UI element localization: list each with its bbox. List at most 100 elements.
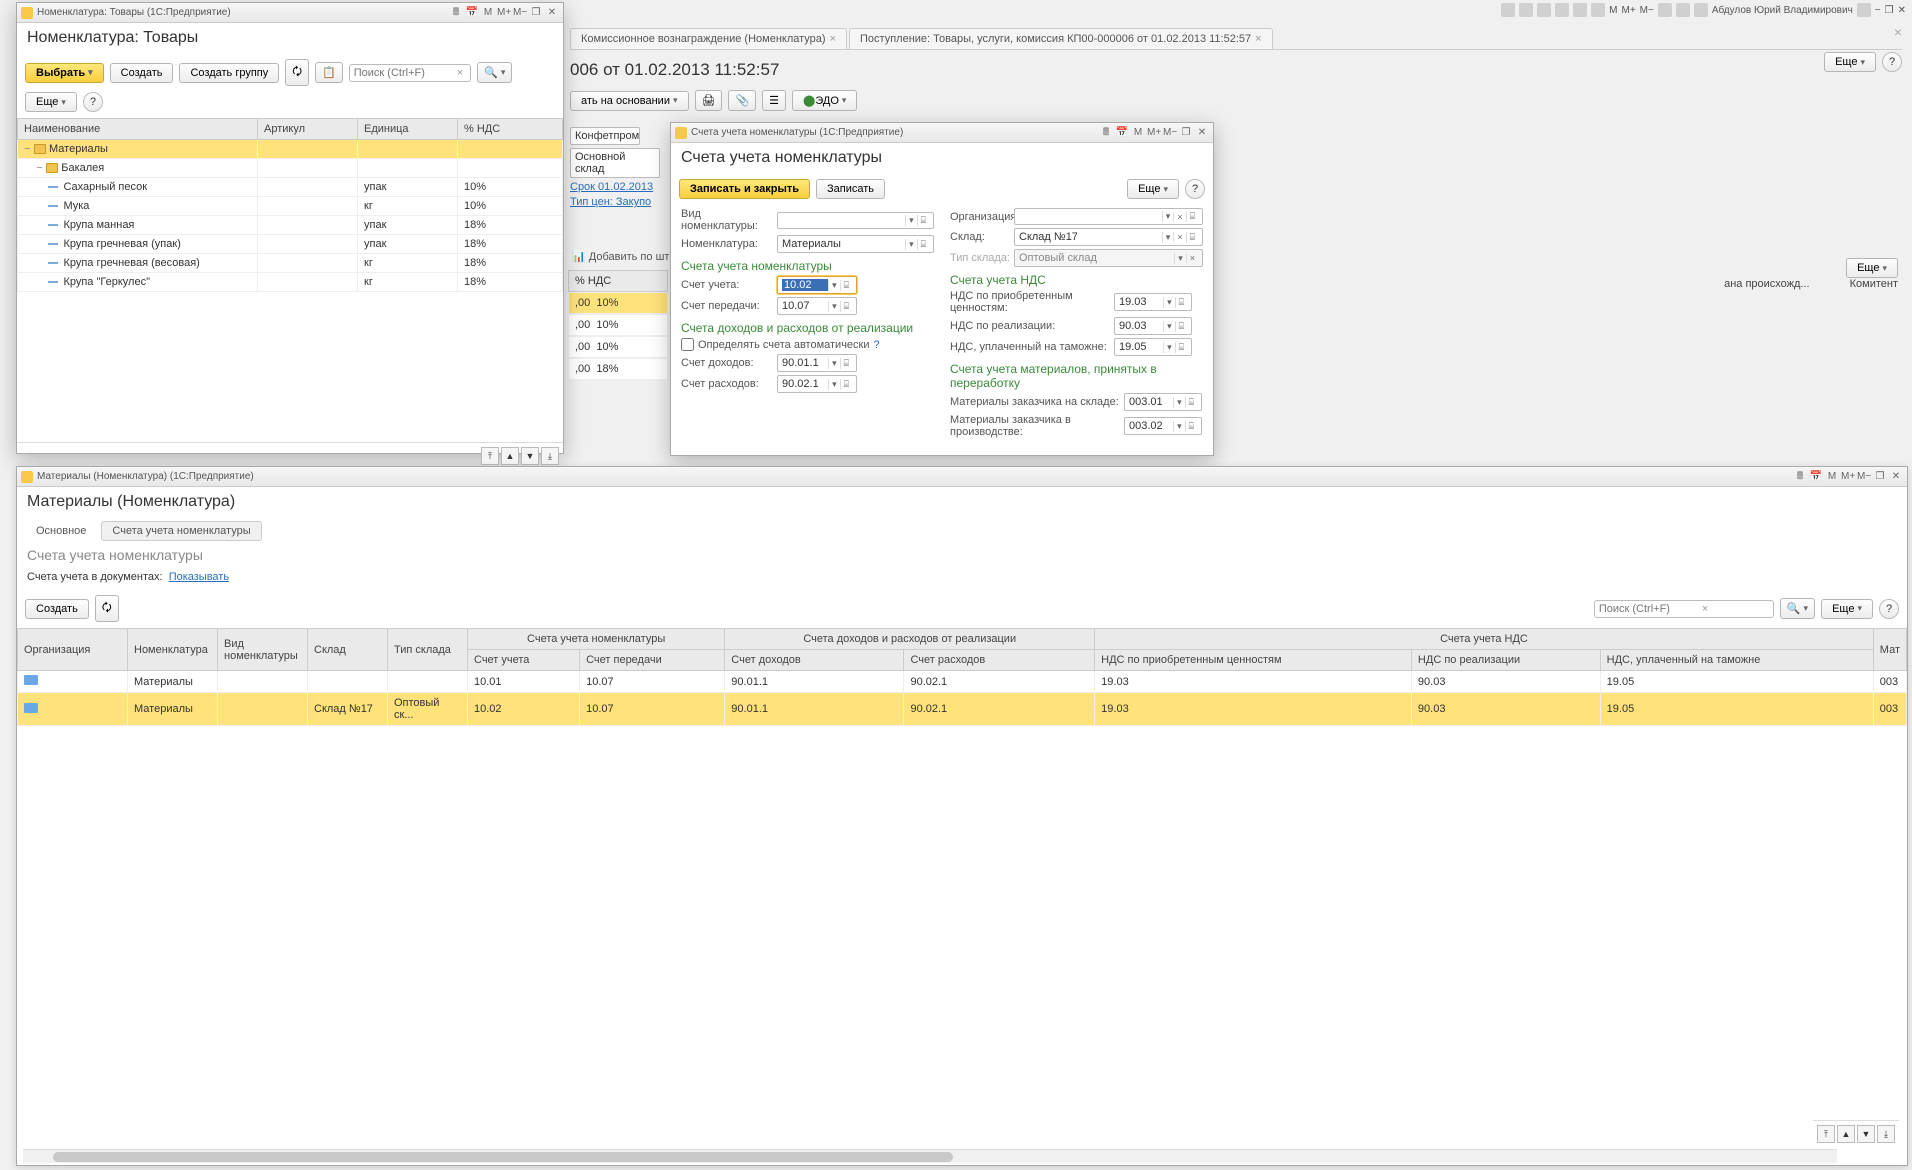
find-button[interactable]: 🔍 [477, 62, 512, 83]
kind-input[interactable]: ▾⌸ [777, 212, 934, 229]
find-button[interactable]: 🔍 [1780, 598, 1815, 619]
warehouse-input[interactable]: Склад №17▾×⌸ [1014, 228, 1203, 246]
bell-icon[interactable] [1676, 3, 1690, 17]
clear-icon[interactable]: × [1699, 603, 1711, 615]
pager-last[interactable]: ⤓ [541, 447, 559, 465]
nomenclature-input[interactable]: Материалы▾⌸ [777, 235, 934, 253]
list-button[interactable]: ☰ [762, 90, 786, 111]
more-button[interactable]: Еще [25, 92, 77, 112]
mminus-label[interactable]: M− [1857, 470, 1871, 484]
account-input[interactable]: 10.02▾⌸ [777, 276, 857, 294]
clear-icon[interactable]: × [454, 67, 466, 79]
help-hint-icon[interactable]: ? [874, 339, 880, 351]
m-label[interactable]: M [1609, 5, 1617, 16]
m-label[interactable]: M [481, 6, 495, 20]
close-icon[interactable]: ✕ [545, 6, 559, 20]
calc-icon[interactable]: 🖩 [1793, 470, 1807, 484]
help-button[interactable]: ? [83, 92, 103, 112]
horizontal-scrollbar[interactable] [23, 1149, 1837, 1163]
toolbar-icon[interactable] [1519, 3, 1533, 17]
mplus-label[interactable]: M+ [1147, 126, 1161, 140]
mminus-label[interactable]: M− [513, 6, 527, 20]
organization-input[interactable]: ▾×⌸ [1014, 208, 1203, 225]
table-row[interactable]: Крупа гречневая (упак)упак18% [18, 235, 563, 254]
mat-prod-input[interactable]: 003.02▾⌸ [1124, 417, 1202, 435]
toolbar-icon[interactable] [1555, 3, 1569, 17]
create-based-on-button[interactable]: ать на основании [570, 91, 689, 111]
table-row[interactable]: Мукакг10% [18, 197, 563, 216]
restore-icon[interactable]: ❐ [529, 6, 543, 20]
table-row[interactable]: −Бакалея [18, 159, 563, 178]
transfer-account-input[interactable]: 10.07▾⌸ [777, 297, 857, 315]
close-icon[interactable]: ✕ [1898, 5, 1906, 16]
table-row[interactable]: МатериалыСклад №17Оптовый ск...10.0210.0… [18, 693, 1907, 726]
expense-account-input[interactable]: 90.02.1▾⌸ [777, 375, 857, 393]
pager-up[interactable]: ▲ [1837, 1125, 1855, 1143]
table-row[interactable]: Сахарный песокупак10% [18, 178, 563, 197]
restore-icon[interactable]: ❐ [1179, 126, 1193, 140]
auto-accounts-checkbox[interactable] [681, 338, 694, 351]
m-label[interactable]: M [1825, 470, 1839, 484]
calendar-icon[interactable]: 📅 [1809, 470, 1823, 484]
term-link[interactable]: Срок 01.02.2013 [570, 181, 653, 193]
create-button[interactable]: Создать [110, 63, 174, 83]
nds-out-input[interactable]: 90.03▾⌸ [1114, 317, 1192, 335]
restore-icon[interactable]: ❐ [1885, 5, 1894, 16]
restore-icon[interactable]: ❐ [1873, 470, 1887, 484]
toolbar-icon[interactable] [1573, 3, 1587, 17]
print-button[interactable]: 🖨 [695, 90, 723, 111]
pager-down[interactable]: ▼ [521, 447, 539, 465]
more-button[interactable]: Еще [1821, 599, 1873, 619]
income-account-input[interactable]: 90.01.1▾⌸ [777, 354, 857, 372]
help-button[interactable]: ? [1882, 52, 1902, 72]
mplus-label[interactable]: M+ [497, 6, 511, 20]
calc-icon[interactable]: 🖩 [449, 6, 463, 20]
attach-button[interactable]: 📎 [728, 90, 756, 111]
mat-wh-input[interactable]: 003.01▾⌸ [1124, 393, 1202, 411]
close-icon[interactable]: × [1894, 24, 1902, 40]
more-button[interactable]: Еще [1824, 52, 1876, 72]
more-button[interactable]: Еще [1127, 179, 1179, 199]
star-icon[interactable] [1694, 3, 1708, 17]
pager-last[interactable]: ⤓ [1877, 1125, 1895, 1143]
close-icon[interactable]: ✕ [1195, 126, 1209, 140]
close-icon[interactable]: ✕ [1889, 470, 1903, 484]
tab-accounts[interactable]: Счета учета номенклатуры [101, 521, 261, 541]
help-button[interactable]: ? [1879, 599, 1899, 619]
window-titlebar[interactable]: Материалы (Номенклатура) (1С:Предприятие… [17, 467, 1907, 487]
create-button[interactable]: Создать [25, 599, 89, 619]
price-type-link[interactable]: Тип цен: Закупо [570, 196, 651, 208]
pager-first[interactable]: ⤒ [481, 447, 499, 465]
accounts-table[interactable]: Организация Номенклатура Вид номенклатур… [17, 628, 1907, 726]
table-row[interactable]: Крупа гречневая (весовая)кг18% [18, 254, 563, 273]
save-close-button[interactable]: Записать и закрыть [679, 179, 810, 199]
select-button[interactable]: Выбрать [25, 63, 104, 83]
clipboard-button[interactable]: 📋 [315, 62, 343, 83]
table-row[interactable]: −Материалы [18, 140, 563, 159]
calc-icon[interactable]: 🖩 [1099, 126, 1113, 140]
search-input[interactable]: × [1594, 600, 1774, 618]
help-button[interactable]: ? [1185, 179, 1205, 199]
window-titlebar[interactable]: Номенклатура: Товары (1С:Предприятие) 🖩 … [17, 3, 563, 23]
close-icon[interactable]: × [830, 33, 836, 45]
tab-main[interactable]: Основное [25, 521, 97, 541]
more-button[interactable]: Еще [1846, 258, 1898, 278]
table-row[interactable]: Крупа "Геркулес"кг18% [18, 273, 563, 292]
nds-customs-input[interactable]: 19.05▾⌸ [1114, 338, 1192, 356]
close-icon[interactable]: × [1255, 33, 1261, 45]
edo-button[interactable]: ⬤ ЭДО [792, 90, 857, 111]
table-row[interactable]: Материалы10.0110.0790.01.190.02.119.0390… [18, 671, 1907, 693]
search-input[interactable]: × [349, 64, 471, 82]
toolbar-icon[interactable] [1591, 3, 1605, 17]
mminus-label[interactable]: M− [1163, 126, 1177, 140]
pager-down[interactable]: ▼ [1857, 1125, 1875, 1143]
toolbar-icon[interactable] [1537, 3, 1551, 17]
refresh-button[interactable]: 🗘 [95, 595, 119, 622]
minimize-icon[interactable]: − [1875, 5, 1881, 16]
search-icon[interactable] [1658, 3, 1672, 17]
create-group-button[interactable]: Создать группу [179, 63, 279, 83]
nds-in-input[interactable]: 19.03▾⌸ [1114, 293, 1192, 311]
tab-commission[interactable]: Комиссионное вознаграждение (Номенклатур… [570, 28, 847, 49]
user-name[interactable]: Абдулов Юрий Владимирович [1712, 5, 1853, 16]
mminus-label[interactable]: M− [1640, 5, 1654, 16]
